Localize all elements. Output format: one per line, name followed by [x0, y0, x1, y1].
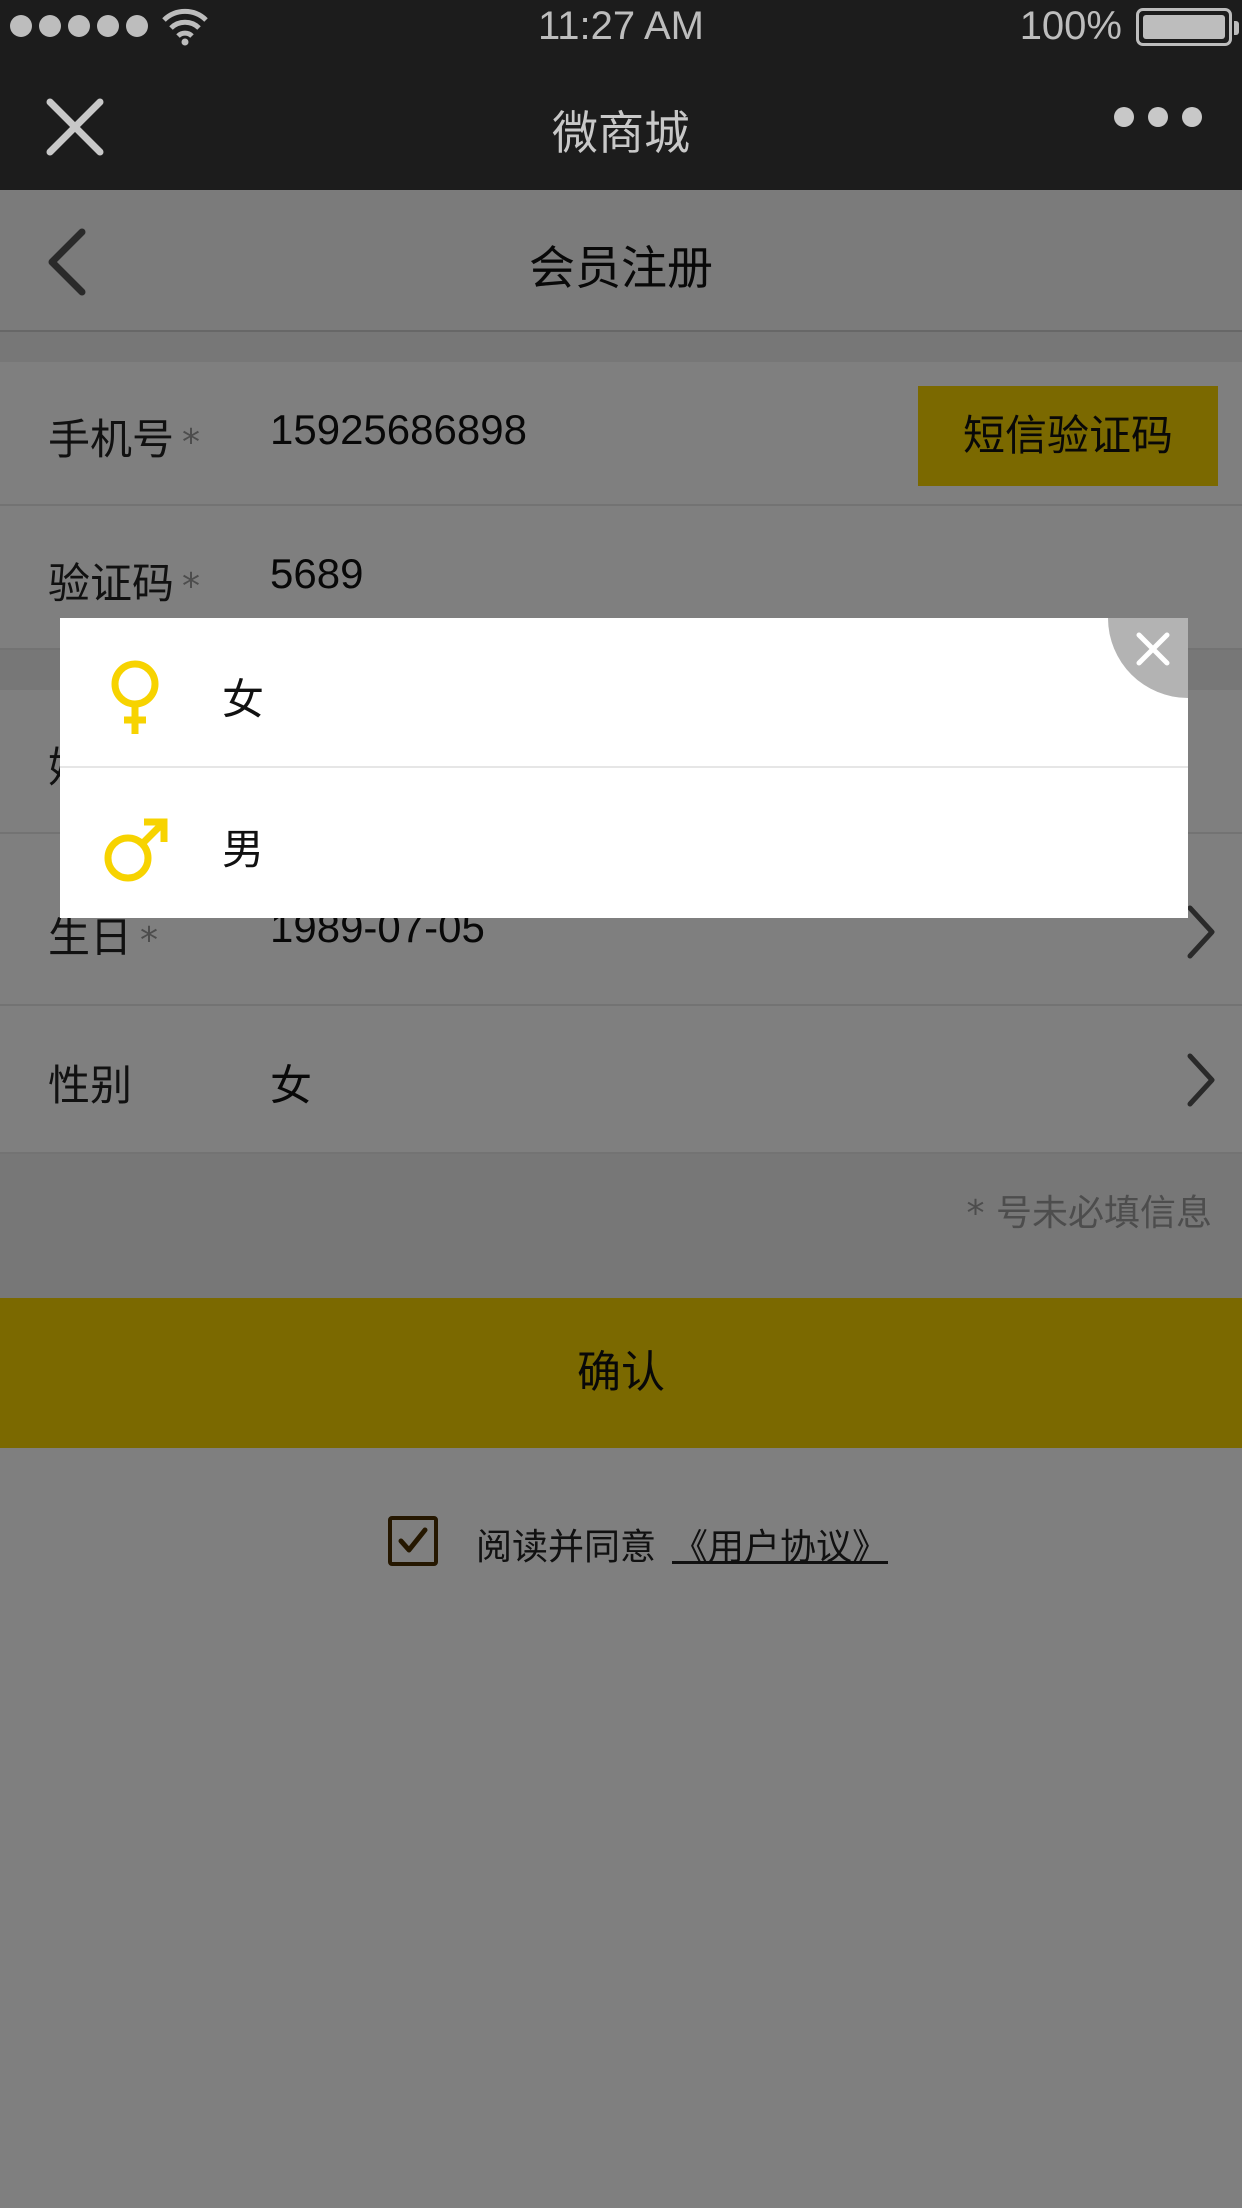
battery-icon — [1136, 8, 1239, 46]
gender-option-female[interactable]: 女 — [60, 618, 1188, 768]
male-icon — [104, 818, 168, 882]
more-options-icon[interactable] — [1114, 107, 1202, 127]
gender-option-male[interactable]: 男 — [60, 768, 1188, 918]
gender-option-label: 男 — [222, 825, 265, 874]
app-bar: 微商城 — [0, 52, 1242, 190]
close-icon — [1136, 632, 1170, 666]
gender-option-label: 女 — [222, 675, 265, 724]
status-bar: 11:27 AM 100% — [0, 0, 1242, 52]
modal-overlay[interactable] — [0, 190, 1242, 2208]
battery-percentage: 100% — [1019, 4, 1122, 48]
female-icon — [111, 660, 159, 734]
gender-picker-dialog: 女 男 — [60, 618, 1188, 918]
app-title: 微商城 — [552, 106, 690, 160]
